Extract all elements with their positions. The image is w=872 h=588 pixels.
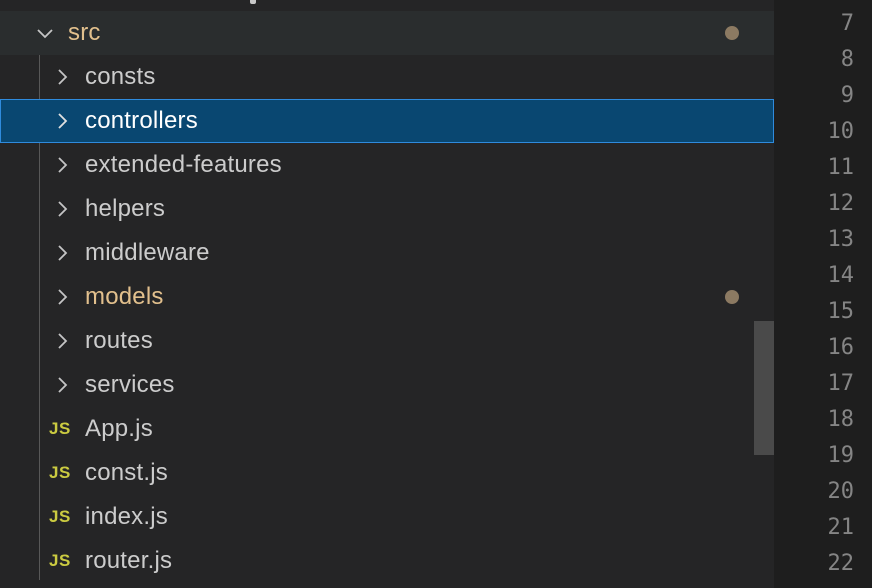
tree-file-router-js[interactable]: JS router.js [0, 539, 774, 583]
javascript-file-icon: JS [49, 507, 71, 526]
tree-folder-label: models [85, 283, 164, 310]
line-number: 12 [827, 191, 855, 216]
modified-dot-icon [725, 290, 739, 304]
chevron-down-icon[interactable] [36, 24, 54, 42]
clipped-text-fragment [250, 0, 256, 4]
tree-folder-label: extended-features [85, 151, 282, 178]
line-number: 16 [827, 335, 855, 360]
explorer-scrollbar-track[interactable] [754, 0, 774, 588]
vscode-window: src consts controllers extended-features [0, 0, 872, 588]
explorer-panel: src consts controllers extended-features [0, 0, 774, 588]
chevron-right-icon[interactable] [53, 332, 71, 350]
tree-folder-label: routes [85, 327, 153, 354]
line-number: 19 [827, 443, 855, 468]
javascript-file-icon: JS [49, 551, 71, 570]
modified-dot-icon [725, 26, 739, 40]
tree-folder-middleware[interactable]: middleware [0, 231, 774, 275]
editor-line-number-gutter: 7 8 9 10 11 12 13 14 15 16 17 18 19 20 2… [774, 0, 872, 588]
chevron-right-icon[interactable] [53, 376, 71, 394]
line-number: 21 [827, 515, 855, 540]
tree-folder-label: controllers [85, 107, 198, 134]
chevron-right-icon[interactable] [53, 244, 71, 262]
tree-folder-label: consts [85, 63, 156, 90]
tree-folder-services[interactable]: services [0, 363, 774, 407]
clipped-previous-row [0, 0, 774, 10]
line-number: 20 [827, 479, 855, 504]
chevron-right-icon[interactable] [53, 156, 71, 174]
line-number: 10 [827, 119, 855, 144]
tree-folder-extended-features[interactable]: extended-features [0, 143, 774, 187]
line-number: 18 [827, 407, 855, 432]
tree-folder-label: services [85, 371, 175, 398]
chevron-right-icon[interactable] [53, 200, 71, 218]
tree-file-const-js[interactable]: JS const.js [0, 451, 774, 495]
tree-folder-models[interactable]: models [0, 275, 774, 319]
line-number: 14 [827, 263, 855, 288]
line-number: 7 [840, 11, 854, 36]
chevron-right-icon[interactable] [53, 68, 71, 86]
line-number: 9 [840, 83, 854, 108]
tree-folder-label: middleware [85, 239, 210, 266]
chevron-right-icon[interactable] [53, 112, 71, 130]
tree-folder-helpers[interactable]: helpers [0, 187, 774, 231]
line-number: 22 [827, 551, 855, 576]
tree-file-index-js[interactable]: JS index.js [0, 495, 774, 539]
tree-folder-label: helpers [85, 195, 166, 222]
tree-folder-routes[interactable]: routes [0, 319, 774, 363]
line-number: 15 [827, 299, 855, 324]
tree-file-app-js[interactable]: JS App.js [0, 407, 774, 451]
tree-file-label: const.js [85, 459, 168, 486]
tree-file-label: index.js [85, 503, 168, 530]
tree-file-label: App.js [85, 415, 153, 442]
tree-file-label: router.js [85, 547, 173, 574]
chevron-right-icon[interactable] [53, 288, 71, 306]
tree-folder-label: src [68, 19, 101, 46]
tree-folder-controllers[interactable]: controllers [0, 99, 774, 143]
line-number: 8 [840, 47, 854, 72]
explorer-scrollbar-thumb[interactable] [754, 321, 774, 455]
javascript-file-icon: JS [49, 419, 71, 438]
line-number: 11 [827, 155, 855, 180]
tree-folder-consts[interactable]: consts [0, 55, 774, 99]
line-number: 13 [827, 227, 855, 252]
line-number: 17 [827, 371, 855, 396]
tree-folder-src[interactable]: src [0, 11, 774, 55]
javascript-file-icon: JS [49, 463, 71, 482]
